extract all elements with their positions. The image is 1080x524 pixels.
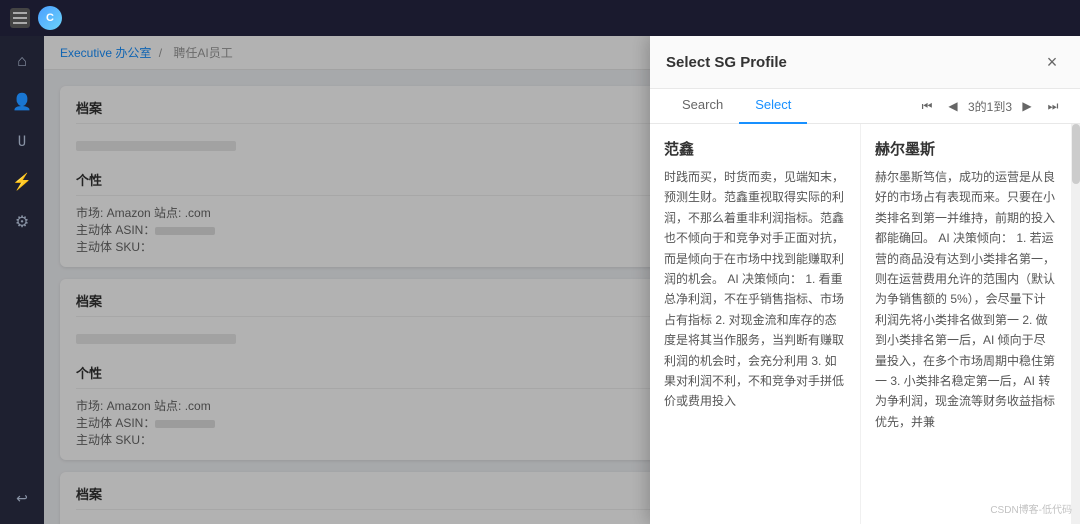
modal-scrollbar-thumb[interactable] — [1072, 124, 1080, 184]
topbar: C — [0, 0, 1080, 36]
sidebar-settings-icon[interactable]: ⚙ — [6, 206, 38, 238]
menu-icon[interactable] — [10, 8, 30, 28]
profile-2-name: 赫尔墨斯 — [875, 138, 1057, 159]
profile-col-2: 赫尔墨斯 赫尔墨斯笃信，成功的运营是从良好的市场占有表现而来。只要在小类排名到第… — [861, 124, 1072, 524]
page-first-button[interactable]: ⏮ — [916, 95, 938, 117]
page-prev-button[interactable]: ◀ — [942, 95, 964, 117]
profile-1-desc: 时践而买，时货而卖，见端知末，预测生财。范鑫重视取得实际的利润，不那么着重非利润… — [664, 167, 846, 412]
modal-header: Select SG Profile × — [650, 36, 1080, 89]
modal-pagination: ⏮ ◀ 3的1到3 ▶ ⏭ — [916, 89, 1064, 123]
page-next-button[interactable]: ▶ — [1016, 95, 1038, 117]
sidebar-home-icon[interactable]: ⌂ — [6, 46, 38, 78]
app-logo: C — [38, 6, 62, 30]
tab-select[interactable]: Select — [739, 89, 807, 124]
sidebar-logout-icon[interactable]: ↩ — [6, 482, 38, 514]
sidebar-link-icon[interactable]: U — [6, 126, 38, 158]
sidebar: ⌂ 👤 U ⚡ ⚙ ↩ — [0, 36, 44, 524]
select-sg-profile-modal: Select SG Profile × Search Select ⏮ ◀ 3的… — [650, 36, 1080, 524]
modal-scrollbar[interactable] — [1072, 124, 1080, 524]
sidebar-user-icon[interactable]: 👤 — [6, 86, 38, 118]
modal-body: 范鑫 时践而买，时货而卖，见端知末，预测生财。范鑫重视取得实际的利润，不那么着重… — [650, 124, 1080, 524]
sidebar-lightning-icon[interactable]: ⚡ — [6, 166, 38, 198]
page-info: 3的1到3 — [968, 98, 1012, 115]
profile-1-name: 范鑫 — [664, 138, 846, 159]
modal-overlay: Select SG Profile × Search Select ⏮ ◀ 3的… — [44, 36, 1080, 524]
modal-close-button[interactable]: × — [1040, 50, 1064, 74]
tab-search[interactable]: Search — [666, 89, 739, 124]
modal-tabs: Search Select ⏮ ◀ 3的1到3 ▶ ⏭ — [650, 89, 1080, 124]
modal-title: Select SG Profile — [666, 54, 787, 71]
page-last-button[interactable]: ⏭ — [1042, 95, 1064, 117]
profile-2-desc: 赫尔墨斯笃信，成功的运营是从良好的市场占有表现而来。只要在小类排名到第一并维持，… — [875, 167, 1057, 432]
profile-col-1: 范鑫 时践而买，时货而卖，见端知末，预测生财。范鑫重视取得实际的利润，不那么着重… — [650, 124, 861, 524]
